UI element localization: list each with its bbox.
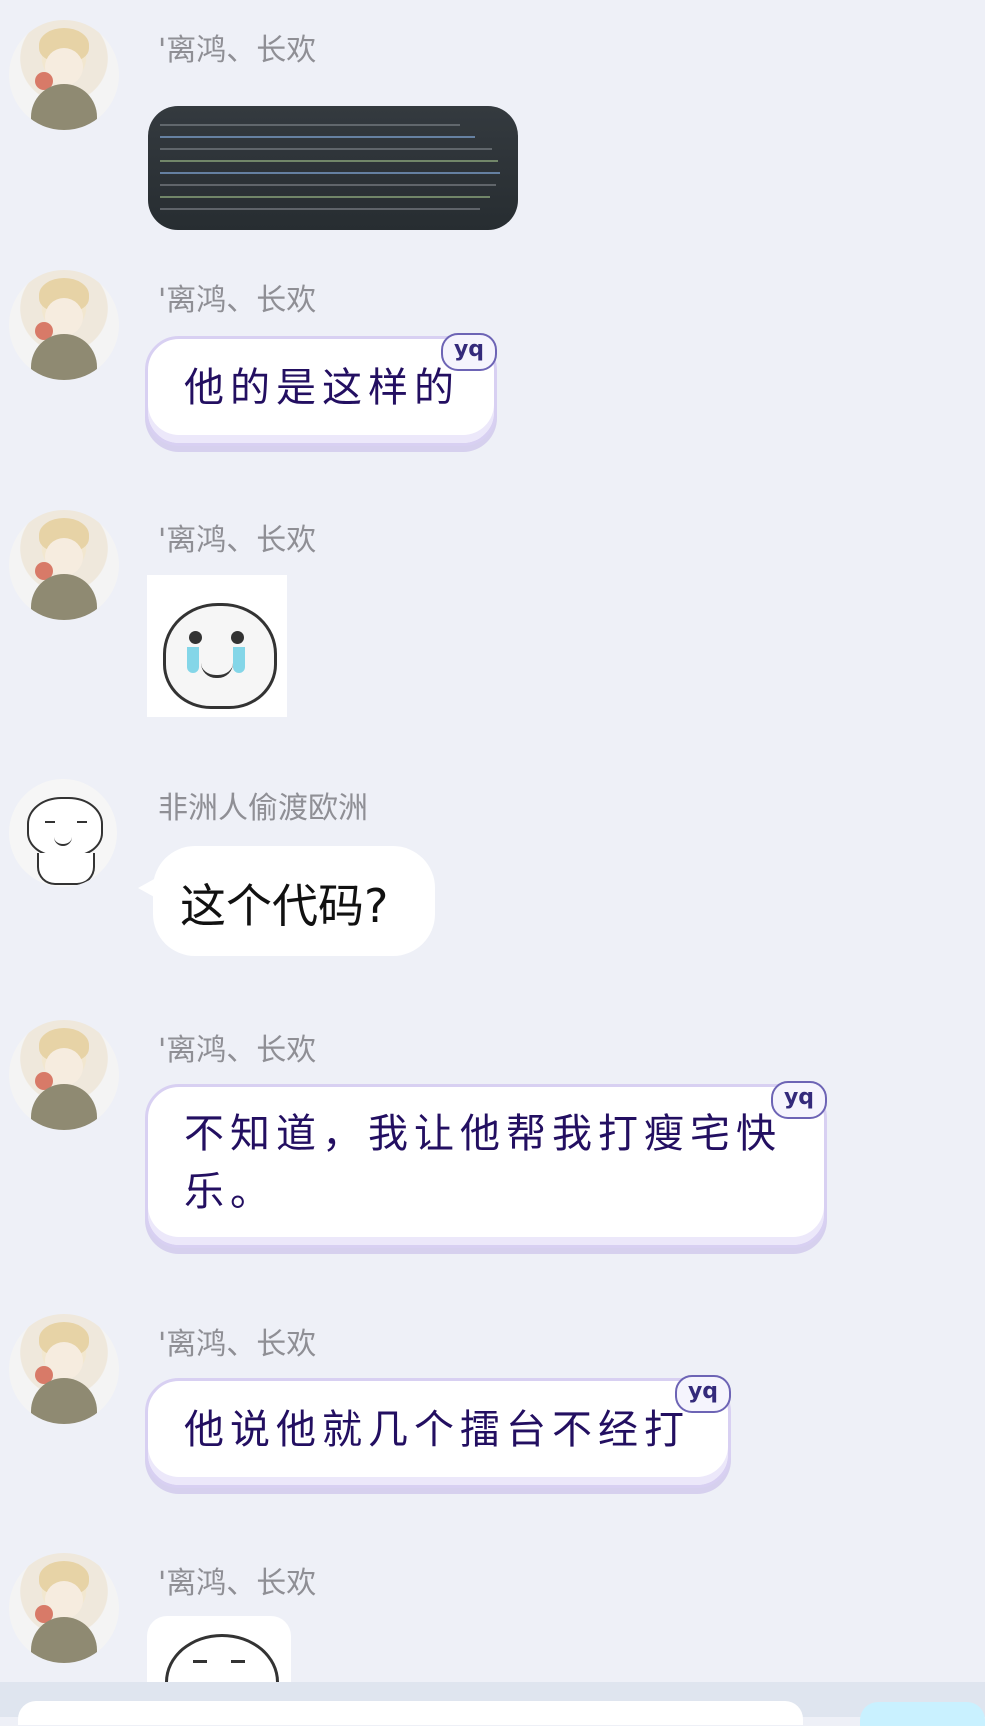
- sender-name: '离鸿、长欢: [158, 283, 317, 318]
- eye-icon: [45, 821, 55, 823]
- sender-name: '离鸿、长欢: [158, 523, 317, 558]
- message-text: 不知道，我让他帮我打瘦宅快乐。: [184, 1111, 782, 1215]
- eye-icon: [231, 1660, 245, 1663]
- sticker-face: [165, 1634, 279, 1682]
- sender-name: '离鸿、长欢: [158, 1566, 317, 1601]
- code-line: [160, 148, 492, 150]
- tear-icon: [187, 647, 199, 673]
- message-text: 他说他就几个擂台不经打: [184, 1407, 690, 1453]
- sender-name: '离鸿、长欢: [158, 1033, 317, 1068]
- yq-chat-bubble[interactable]: 他的是这样的 yq: [145, 333, 497, 446]
- avatar-body: [31, 334, 97, 380]
- yq-chat-bubble[interactable]: 他说他就几个擂台不经打 yq: [145, 1375, 731, 1488]
- bear-head: [27, 797, 103, 857]
- message-input[interactable]: [18, 1701, 803, 1725]
- eye-icon: [189, 631, 202, 644]
- tear-icon: [233, 647, 245, 673]
- avatar[interactable]: [9, 20, 119, 130]
- image-message[interactable]: [148, 106, 518, 230]
- avatar[interactable]: [9, 1553, 119, 1663]
- sticker-face: [163, 603, 277, 709]
- sender-name: '离鸿、长欢: [158, 1327, 317, 1362]
- yq-badge: yq: [675, 1375, 731, 1413]
- code-line: [160, 184, 496, 186]
- yq-chat-bubble[interactable]: 不知道，我让他帮我打瘦宅快乐。 yq: [145, 1081, 827, 1248]
- avatar-body: [31, 1378, 97, 1424]
- avatar-body: [31, 574, 97, 620]
- avatar-body: [31, 1617, 97, 1663]
- avatar[interactable]: [9, 510, 119, 620]
- avatar-body: [31, 1084, 97, 1130]
- yq-badge: yq: [441, 333, 497, 371]
- avatar[interactable]: [9, 779, 117, 887]
- avatar[interactable]: [9, 1020, 119, 1130]
- code-line: [160, 136, 475, 138]
- send-button[interactable]: [860, 1702, 985, 1726]
- crying-sticker[interactable]: [147, 575, 287, 717]
- bear-body: [37, 853, 95, 885]
- yq-badge: yq: [771, 1081, 827, 1119]
- sender-name: '离鸿、长欢: [158, 33, 317, 68]
- face-sticker[interactable]: [147, 1616, 291, 1682]
- avatar-body: [31, 84, 97, 130]
- code-line: [160, 160, 498, 162]
- avatar[interactable]: [9, 1314, 119, 1424]
- code-line: [160, 124, 460, 126]
- code-line: [160, 172, 500, 174]
- sender-name: 非洲人偷渡欧洲: [158, 791, 368, 826]
- avatar[interactable]: [9, 270, 119, 380]
- eye-icon: [77, 821, 87, 823]
- code-line: [160, 196, 490, 198]
- message-text: 这个代码?: [180, 879, 389, 933]
- eye-icon: [231, 631, 244, 644]
- code-line: [160, 208, 480, 210]
- message-text: 他的是这样的: [184, 365, 460, 411]
- eye-icon: [193, 1660, 207, 1663]
